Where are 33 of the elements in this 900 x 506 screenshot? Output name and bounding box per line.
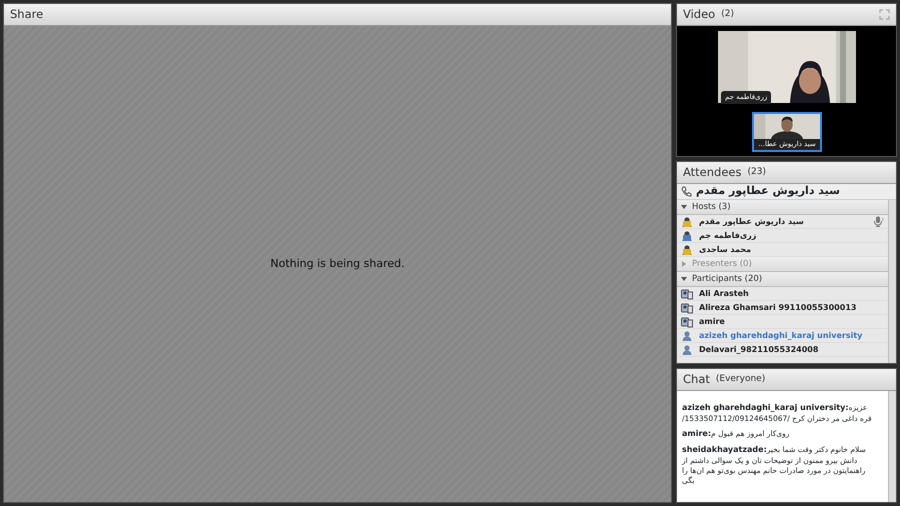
attendee-icon — [681, 230, 693, 242]
attendee-row[interactable]: Delavari_98211055324008 — [677, 343, 888, 357]
attendee-count: (23) — [748, 166, 766, 179]
attendee-row[interactable]: amire — [677, 315, 888, 329]
attendee-icon — [681, 344, 693, 356]
attendee-icon — [681, 244, 693, 256]
attendee-row[interactable]: azizeh gharehdaghi_karaj university — [677, 329, 888, 343]
phone-icon — [681, 186, 692, 197]
expand-icon[interactable] — [681, 204, 687, 210]
speaker-name: سید داریوش عطاپور مقدم — [696, 183, 840, 200]
scrollbar[interactable] — [888, 200, 896, 363]
attendee-icon — [681, 288, 693, 300]
share-status-text: Nothing is being shared. — [270, 256, 405, 272]
group-header[interactable]: Hosts (3) — [677, 200, 888, 215]
attendee-row[interactable]: زری‌فاطمه جم — [677, 229, 888, 243]
attendee-icon — [681, 302, 693, 314]
attendee-icon — [681, 216, 693, 228]
video-count: (2) — [721, 8, 734, 21]
attendee-row[interactable]: سید داریوش عطاپور مقدم — [677, 215, 888, 229]
panel-title: Share — [10, 6, 44, 23]
fullscreen-icon[interactable] — [879, 9, 890, 20]
collapse-icon[interactable] — [681, 261, 687, 267]
attendee-row[interactable]: Alireza Ghamsari 99110055300013 — [677, 301, 888, 315]
chat-scope: (Everyone) — [716, 372, 766, 386]
group-header[interactable]: Participants (20) — [677, 272, 888, 287]
panel-title: Video — [683, 6, 716, 23]
attendee-row[interactable]: Ali Arasteh — [677, 287, 888, 301]
panel-title: Attendees — [683, 164, 742, 181]
attendee-icon — [681, 330, 693, 342]
panel-title: Chat — [683, 370, 710, 388]
scrollbar[interactable] — [888, 391, 896, 502]
attendee-icon — [681, 316, 693, 328]
expand-icon[interactable] — [681, 276, 687, 282]
